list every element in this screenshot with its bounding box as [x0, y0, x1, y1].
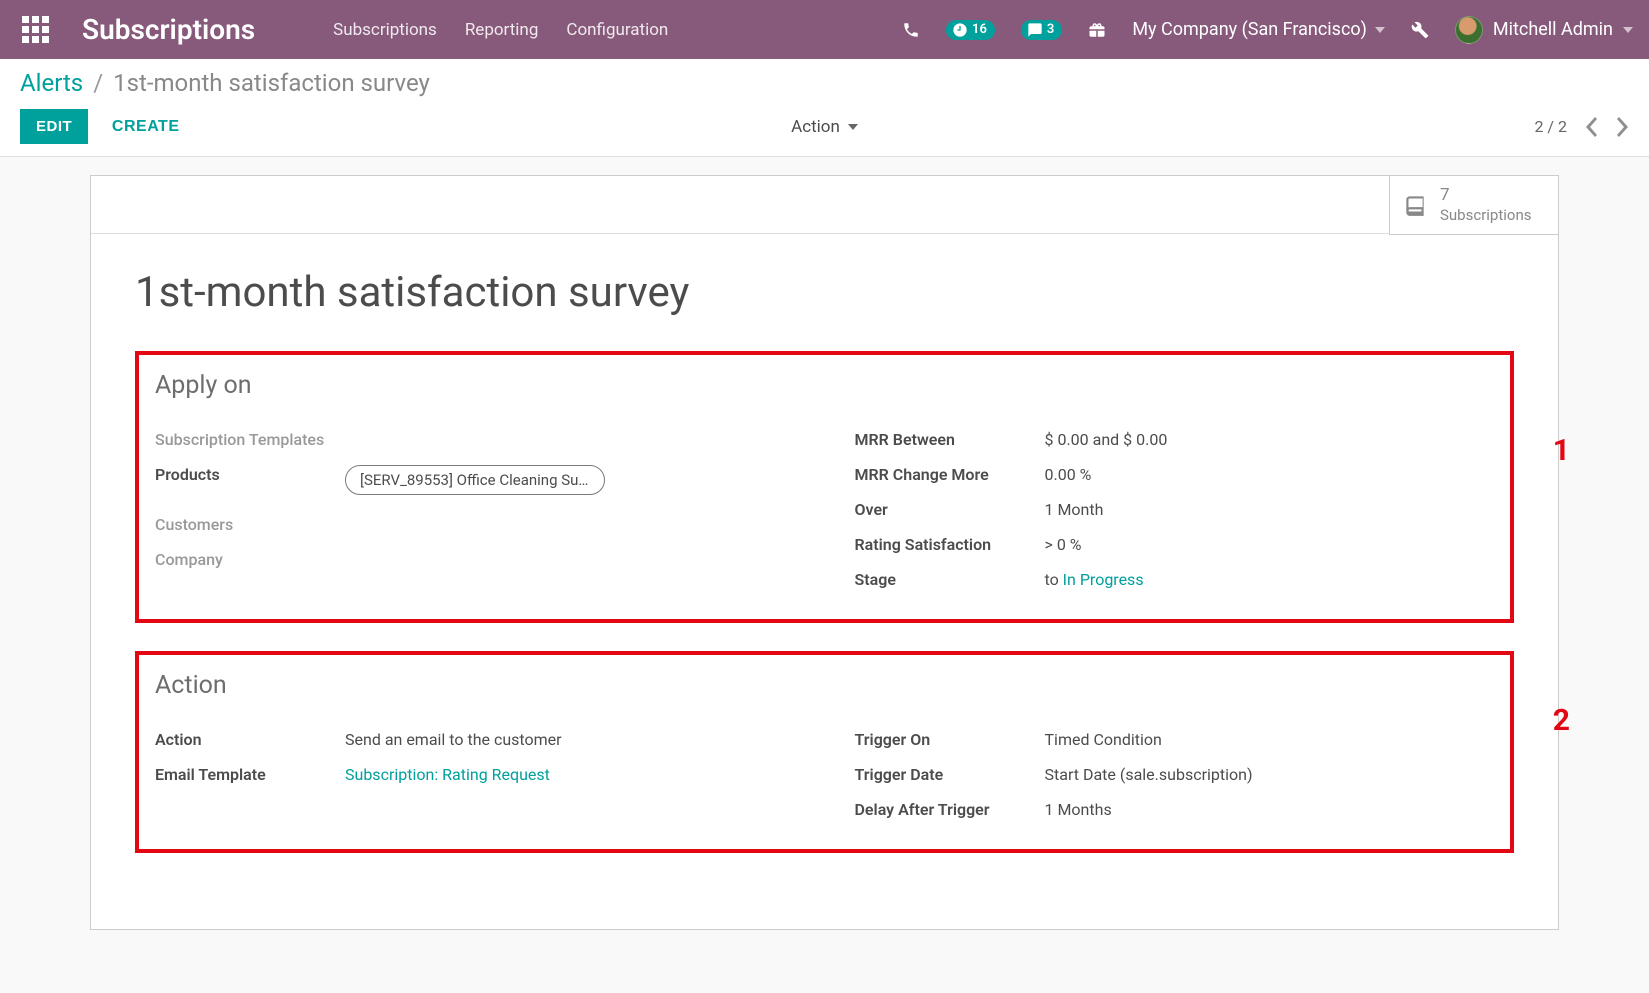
label-rating: Rating Satisfaction — [855, 535, 1045, 554]
section-apply-on: 1 Apply on Subscription Templates Produc… — [135, 351, 1514, 623]
breadcrumb-current: 1st-month satisfaction survey — [113, 69, 430, 97]
create-button[interactable]: CREATE — [106, 117, 186, 137]
value-trigger-date: Start Date (sale.subscription) — [1045, 765, 1495, 784]
pager-position: 2 / 2 — [1534, 117, 1567, 136]
avatar — [1455, 16, 1483, 44]
chevron-down-icon — [1623, 27, 1633, 33]
stage-link[interactable]: In Progress — [1063, 570, 1144, 589]
label-subscription-templates: Subscription Templates — [155, 430, 345, 449]
value-over: 1 Month — [1045, 500, 1495, 519]
label-mrr-change: MRR Change More — [855, 465, 1045, 484]
value-mrr-change: 0.00 % — [1045, 465, 1495, 484]
section-action: 2 Action Action Send an email to the cus… — [135, 651, 1514, 853]
label-action: Action — [155, 730, 345, 749]
value-delay: 1 Months — [1045, 800, 1495, 819]
stat-label: Subscriptions — [1440, 206, 1531, 226]
label-customers: Customers — [155, 515, 345, 534]
messages-icon[interactable]: 3 — [1021, 20, 1062, 40]
section-title-action: Action — [155, 671, 1494, 700]
breadcrumb-parent[interactable]: Alerts — [20, 69, 83, 97]
apps-grid-icon — [22, 16, 49, 43]
value-rating: > 0 % — [1045, 535, 1495, 554]
nav-item-subscriptions[interactable]: Subscriptions — [319, 2, 451, 58]
action-label: Action — [791, 117, 840, 137]
label-mrr-between: MRR Between — [855, 430, 1045, 449]
apps-menu-icon[interactable] — [12, 7, 58, 53]
username: Mitchell Admin — [1493, 19, 1613, 40]
value-stage-prefix: to — [1045, 570, 1063, 589]
pager-next-button[interactable] — [1617, 117, 1629, 137]
email-template-link[interactable]: Subscription: Rating Request — [345, 765, 550, 784]
user-menu[interactable]: Mitchell Admin — [1455, 16, 1633, 44]
section-title-apply-on: Apply on — [155, 371, 1494, 400]
label-trigger-on: Trigger On — [855, 730, 1045, 749]
label-stage: Stage — [855, 570, 1045, 589]
record-card: 7 Subscriptions 1st-month satisfaction s… — [90, 175, 1559, 930]
annotation-2: 2 — [1553, 703, 1570, 738]
chevron-down-icon — [1375, 27, 1385, 33]
product-chip[interactable]: [SERV_89553] Office Cleaning Sub… — [345, 465, 605, 495]
breadcrumb: Alerts / 1st-month satisfaction survey — [20, 69, 1629, 97]
messages-badge-count: 3 — [1047, 22, 1054, 37]
chevron-down-icon — [848, 124, 858, 130]
label-delay: Delay After Trigger — [855, 800, 1045, 819]
phone-icon[interactable] — [902, 21, 920, 39]
stat-subscriptions[interactable]: 7 Subscriptions — [1389, 175, 1559, 235]
label-products: Products — [155, 465, 345, 484]
book-icon — [1402, 192, 1428, 218]
action-dropdown[interactable]: Action — [791, 117, 858, 137]
label-company: Company — [155, 550, 345, 569]
label-trigger-date: Trigger Date — [855, 765, 1045, 784]
label-over: Over — [855, 500, 1045, 519]
app-brand[interactable]: Subscriptions — [82, 13, 255, 46]
stat-count: 7 — [1440, 184, 1531, 206]
nav-item-configuration[interactable]: Configuration — [552, 2, 682, 58]
label-email-template: Email Template — [155, 765, 345, 784]
gift-icon[interactable] — [1088, 21, 1106, 39]
value-mrr-between: $ 0.00 and $ 0.00 — [1045, 430, 1495, 449]
company-name: My Company (San Francisco) — [1132, 19, 1367, 40]
value-action: Send an email to the customer — [345, 730, 795, 749]
nav-item-reporting[interactable]: Reporting — [451, 2, 553, 58]
debug-icon[interactable] — [1411, 21, 1429, 39]
pager-prev-button[interactable] — [1585, 117, 1597, 137]
activities-icon[interactable]: 16 — [946, 20, 995, 40]
company-selector[interactable]: My Company (San Francisco) — [1132, 19, 1385, 40]
edit-button[interactable]: EDIT — [20, 109, 88, 144]
activities-badge-count: 16 — [972, 22, 987, 37]
value-trigger-on: Timed Condition — [1045, 730, 1495, 749]
annotation-1: 1 — [1553, 433, 1570, 468]
page-title: 1st-month satisfaction survey — [135, 268, 1514, 317]
